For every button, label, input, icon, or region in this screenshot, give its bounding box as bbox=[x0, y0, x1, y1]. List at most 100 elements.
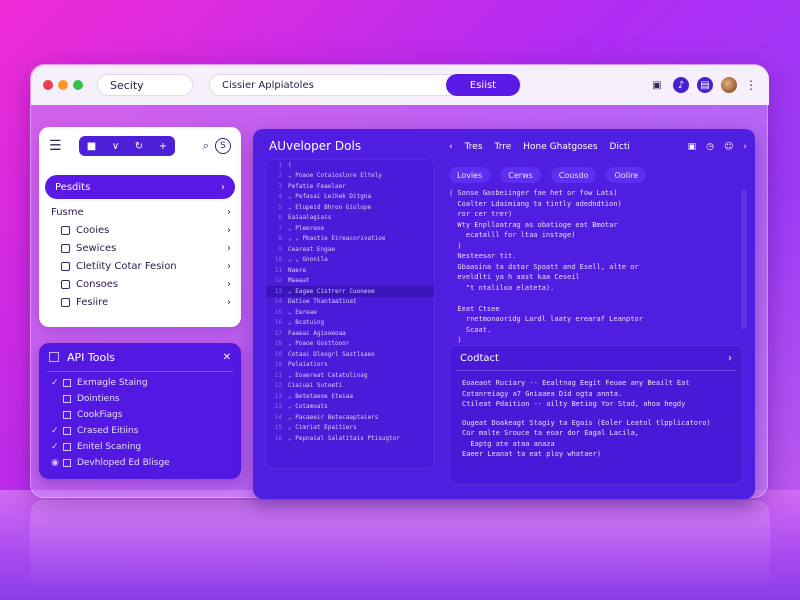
close-window-button[interactable] bbox=[43, 80, 53, 90]
bell-icon[interactable]: ♪ bbox=[673, 77, 689, 93]
image-icon[interactable]: ▣ bbox=[688, 142, 697, 152]
tree-row[interactable]: 15 ⌄ Cimriat Epaitiers bbox=[266, 423, 434, 434]
nav-section-header[interactable]: Fusme › bbox=[51, 207, 231, 218]
close-icon[interactable]: ✕ bbox=[223, 352, 231, 363]
nav-item-fesiire[interactable]: Fesiire › bbox=[61, 296, 231, 308]
nav-item-cletiity[interactable]: Cletiity Cotar Fesion › bbox=[61, 260, 231, 272]
chevron-right-icon: › bbox=[227, 260, 231, 272]
tree-row[interactable]: 10 ⌄ ⌄ Gnonila bbox=[266, 255, 434, 266]
avatar[interactable] bbox=[721, 77, 737, 93]
api-item[interactable]: ✓ Exmagle Staing bbox=[51, 378, 231, 388]
tool-group: ■ ∨ ↻ + bbox=[79, 136, 175, 156]
output-header: Codtact › bbox=[450, 346, 742, 370]
api-item-label: Exmagle Staing bbox=[77, 378, 148, 388]
tree-row-label: ⌄ Eereae bbox=[288, 308, 317, 316]
tree-row[interactable]: 16 ⌄ Bcatuing bbox=[266, 318, 434, 329]
tree-row[interactable]: 10 Pelaiatiors bbox=[266, 360, 434, 371]
tree-row[interactable]: 16 ⌄ Pepnaial Salatitais Ptisugtor bbox=[266, 433, 434, 444]
image-icon[interactable]: ▣ bbox=[649, 77, 665, 93]
tree-row[interactable]: 14 Datioe Thantaatinat bbox=[266, 297, 434, 308]
subtab-cousdo[interactable]: Cousdo bbox=[550, 167, 597, 183]
nav-item-active[interactable]: Pesdits › bbox=[45, 175, 235, 199]
tree-row[interactable]: 6 Eaiaalagiais bbox=[266, 213, 434, 224]
tree-row[interactable]: 13 ⌄ Cotamoats bbox=[266, 402, 434, 413]
checkbox[interactable] bbox=[63, 379, 71, 387]
clock-icon[interactable]: ◷ bbox=[706, 142, 714, 152]
tree-row[interactable]: 19 Cotaai Dleogrl Sastlsaeo bbox=[266, 349, 434, 360]
tree-row-label: Naere bbox=[288, 266, 307, 274]
tree-row-selected[interactable]: 13 ⌄ Eagae Cistrerr Cuoneoe bbox=[266, 286, 434, 297]
maximize-window-button[interactable] bbox=[73, 80, 83, 90]
tree-row[interactable]: 17 Faaeai Agiooeoaa bbox=[266, 328, 434, 339]
tab-tres[interactable]: Tres bbox=[465, 142, 483, 152]
divider bbox=[47, 371, 233, 372]
tree-row[interactable]: 13 ⌄ Betetaeoe Eteiaa bbox=[266, 391, 434, 402]
radio-icon: ◉ bbox=[51, 458, 59, 468]
subtab-lovies[interactable]: Lovies bbox=[449, 167, 491, 183]
tree-row[interactable]: 8 ⌄ ⌄ Pbaotie Eireacorivatioe bbox=[266, 234, 434, 245]
back-icon[interactable]: ‹ bbox=[449, 142, 453, 152]
nav-item-consoes[interactable]: Consoes › bbox=[61, 278, 231, 290]
tree-row-label: Pefatie Feaelaer bbox=[288, 182, 346, 190]
subtab-cerws[interactable]: Cerws bbox=[500, 167, 541, 183]
checkbox[interactable] bbox=[63, 411, 71, 419]
titlebar-actions: ▣ ♪ ▤ ⋮ bbox=[649, 77, 757, 93]
checkbox[interactable] bbox=[63, 443, 71, 451]
tab-actions: ▣ ◷ ☺ › bbox=[688, 142, 747, 152]
subtab-oolire[interactable]: Oolire bbox=[606, 167, 647, 183]
tree-row[interactable]: 11 ⌄ Eoaereat Catatolinag bbox=[266, 370, 434, 381]
tree-row[interactable]: 5 ⌄ Elupeid Bhroo Giolope bbox=[266, 202, 434, 213]
tab-trre[interactable]: Trre bbox=[495, 142, 512, 152]
app-name-pill[interactable]: Secity bbox=[97, 74, 193, 96]
tree-row[interactable]: 18 ⌄ Poaoe Gosttooor bbox=[266, 339, 434, 350]
tree-row-label: Ciaiuai Sutoeti bbox=[288, 382, 343, 390]
tree-row[interactable]: 12 Ciaiuai Sutoeti bbox=[266, 381, 434, 392]
plus-icon[interactable]: + bbox=[159, 141, 167, 152]
hamburger-menu-icon[interactable]: ☰ bbox=[49, 138, 65, 154]
line-number: 14 bbox=[274, 413, 282, 421]
nav-item-sewices[interactable]: Sewices › bbox=[61, 242, 231, 254]
search-icon[interactable]: ⌕ bbox=[203, 139, 209, 153]
checkbox[interactable] bbox=[63, 395, 71, 403]
tree-row[interactable]: 11 Naere bbox=[266, 265, 434, 276]
code-line: Nesteesar tit. bbox=[449, 252, 517, 260]
file-tree: 1(2 ⌄ Poaoe Cotaioslore Eltely 3 Pefatie F… bbox=[265, 159, 435, 469]
tab-dicti[interactable]: Dicti bbox=[610, 142, 630, 152]
api-item[interactable]: ✓ Crased Eitiins bbox=[51, 426, 231, 436]
chevron-right-icon[interactable]: › bbox=[728, 353, 732, 364]
refresh-icon[interactable]: ↻ bbox=[135, 141, 143, 152]
chevron-right-icon[interactable]: › bbox=[743, 142, 747, 152]
info-icon[interactable]: S bbox=[215, 138, 231, 154]
minimize-window-button[interactable] bbox=[58, 80, 68, 90]
search-input[interactable] bbox=[210, 79, 446, 91]
smile-icon[interactable]: ☺ bbox=[724, 142, 733, 152]
api-item[interactable]: ✓ Enitel Scaning bbox=[51, 442, 231, 452]
tree-row[interactable]: 9 Ceareat Engae bbox=[266, 244, 434, 255]
more-menu-icon[interactable]: ⋮ bbox=[745, 78, 757, 92]
checkbox[interactable] bbox=[63, 427, 71, 435]
tree-row[interactable]: 15 ⌄ Eereae bbox=[266, 307, 434, 318]
tree-row[interactable]: 1( bbox=[266, 160, 434, 171]
titlebar: Secity Esiist ▣ ♪ ▤ ⋮ bbox=[31, 65, 769, 105]
square-icon[interactable]: ■ bbox=[87, 141, 96, 152]
api-item[interactable]: CookFiags bbox=[51, 410, 231, 420]
output-line: Eaptg ate ataa anaza bbox=[462, 439, 555, 448]
tree-row[interactable]: 14 ⌄ Pacaeeir Betecaaptaiers bbox=[266, 412, 434, 423]
nav-item-cooies[interactable]: Cooies › bbox=[61, 224, 231, 236]
tree-row[interactable]: 7 ⌄ Pleereoe bbox=[266, 223, 434, 234]
api-item[interactable]: ◉ Devhloped Ed Blisge bbox=[51, 458, 231, 468]
checkbox[interactable] bbox=[63, 459, 71, 467]
document-icon[interactable]: ▤ bbox=[697, 77, 713, 93]
api-item[interactable]: Dointiens bbox=[51, 394, 231, 404]
tree-row[interactable]: 3 Pefatie Feaelaer bbox=[266, 181, 434, 192]
tab-hone-ghatgoses[interactable]: Hone Ghatgoses bbox=[523, 142, 597, 152]
search-button[interactable]: Esiist bbox=[446, 74, 520, 96]
code-editor[interactable]: ( Sonse Gasbeiinger fae het or fow Lats)… bbox=[449, 189, 747, 344]
tree-row[interactable]: 4 ⌄ Pefasai Leihek Ditgna bbox=[266, 192, 434, 203]
tree-row[interactable]: 2 ⌄ Poaoe Cotaioslore Eltely bbox=[266, 171, 434, 182]
tree-row[interactable]: 12 Maaaat bbox=[266, 276, 434, 287]
code-line: ror cer trer) bbox=[449, 210, 513, 218]
filter-icon[interactable]: ∨ bbox=[112, 141, 119, 152]
scrollbar[interactable] bbox=[741, 189, 747, 329]
line-number: 5 bbox=[278, 203, 282, 211]
